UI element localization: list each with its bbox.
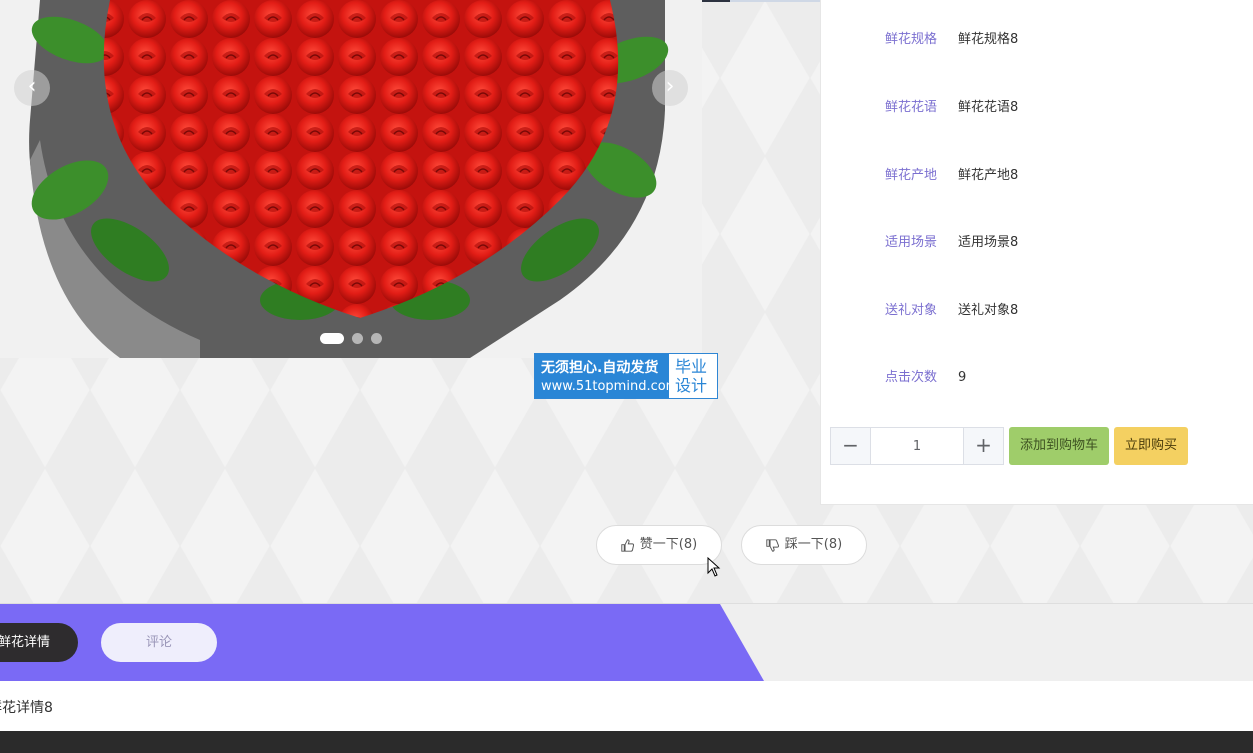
thumbs-up-icon (621, 538, 634, 552)
add-to-cart-button[interactable]: 添加到购物车 (1009, 427, 1109, 465)
detail-row-spec: 鲜花规格 鲜花规格8 (885, 31, 1018, 49)
detail-value: 鲜花花语8 (958, 100, 1019, 115)
quantity-stepper: − + (830, 427, 1004, 465)
detail-value: 送礼对象8 (958, 303, 1019, 318)
detail-label: 鲜花花语 (885, 100, 938, 115)
mouse-cursor-icon (707, 557, 721, 577)
detail-label: 鲜花规格 (885, 32, 938, 47)
detail-row-origin: 鲜花产地 鲜花产地8 (885, 167, 1018, 185)
buy-now-button[interactable]: 立即购买 (1114, 427, 1188, 465)
carousel-indicators (320, 333, 382, 344)
footer-bar (0, 731, 1253, 753)
detail-label: 适用场景 (885, 235, 938, 250)
carousel-dot-2[interactable] (352, 333, 363, 344)
tab-content: 鲜花详情8 (0, 681, 1253, 731)
like-button[interactable]: 赞一下(8) (596, 525, 722, 565)
detail-row-clicks: 点击次数 9 (885, 369, 966, 387)
detail-label: 鲜花产地 (885, 168, 938, 183)
detail-value: 鲜花产地8 (958, 168, 1019, 183)
quantity-decrease-button[interactable]: − (831, 428, 871, 464)
watermark-badge: 无须担心.自动发货 www.51topmind.com 毕业 设计 (534, 353, 718, 399)
carousel-prev-button[interactable]: ‹ (14, 70, 50, 106)
detail-label: 送礼对象 (885, 303, 938, 318)
dislike-button[interactable]: 踩一下(8) (741, 525, 867, 565)
detail-row-recipient: 送礼对象 送礼对象8 (885, 302, 1018, 320)
tab-flower-details[interactable]: 鲜花详情 (0, 623, 78, 662)
tab-comments[interactable]: 评论 (101, 623, 217, 662)
detail-row-language: 鲜花花语 鲜花花语8 (885, 99, 1018, 117)
detail-value: 鲜花规格8 (958, 32, 1019, 47)
carousel-next-button[interactable]: › (652, 70, 688, 106)
watermark-line2: www.51topmind.com (541, 379, 679, 394)
details-content-text: 鲜花详情8 (0, 700, 53, 716)
rose-bouquet-image (29, 0, 669, 358)
thumbs-down-icon (766, 538, 779, 552)
detail-label: 点击次数 (885, 370, 938, 385)
detail-value: 适用场景8 (958, 235, 1019, 250)
like-label: 赞一下(8) (639, 537, 698, 552)
watermark-right1: 毕业 (675, 357, 708, 376)
quantity-input[interactable] (871, 428, 963, 464)
watermark-right2: 设计 (675, 376, 708, 395)
dislike-label: 踩一下(8) (784, 537, 843, 552)
product-image-carousel[interactable]: ‹ › (0, 0, 702, 358)
carousel-dot-3[interactable] (371, 333, 382, 344)
watermark-line1: 无须担心.自动发货 (541, 360, 659, 376)
quantity-increase-button[interactable]: + (963, 428, 1003, 464)
detail-value: 9 (958, 370, 967, 385)
detail-row-scene: 适用场景 适用场景8 (885, 234, 1018, 252)
carousel-dot-1[interactable] (320, 333, 344, 344)
